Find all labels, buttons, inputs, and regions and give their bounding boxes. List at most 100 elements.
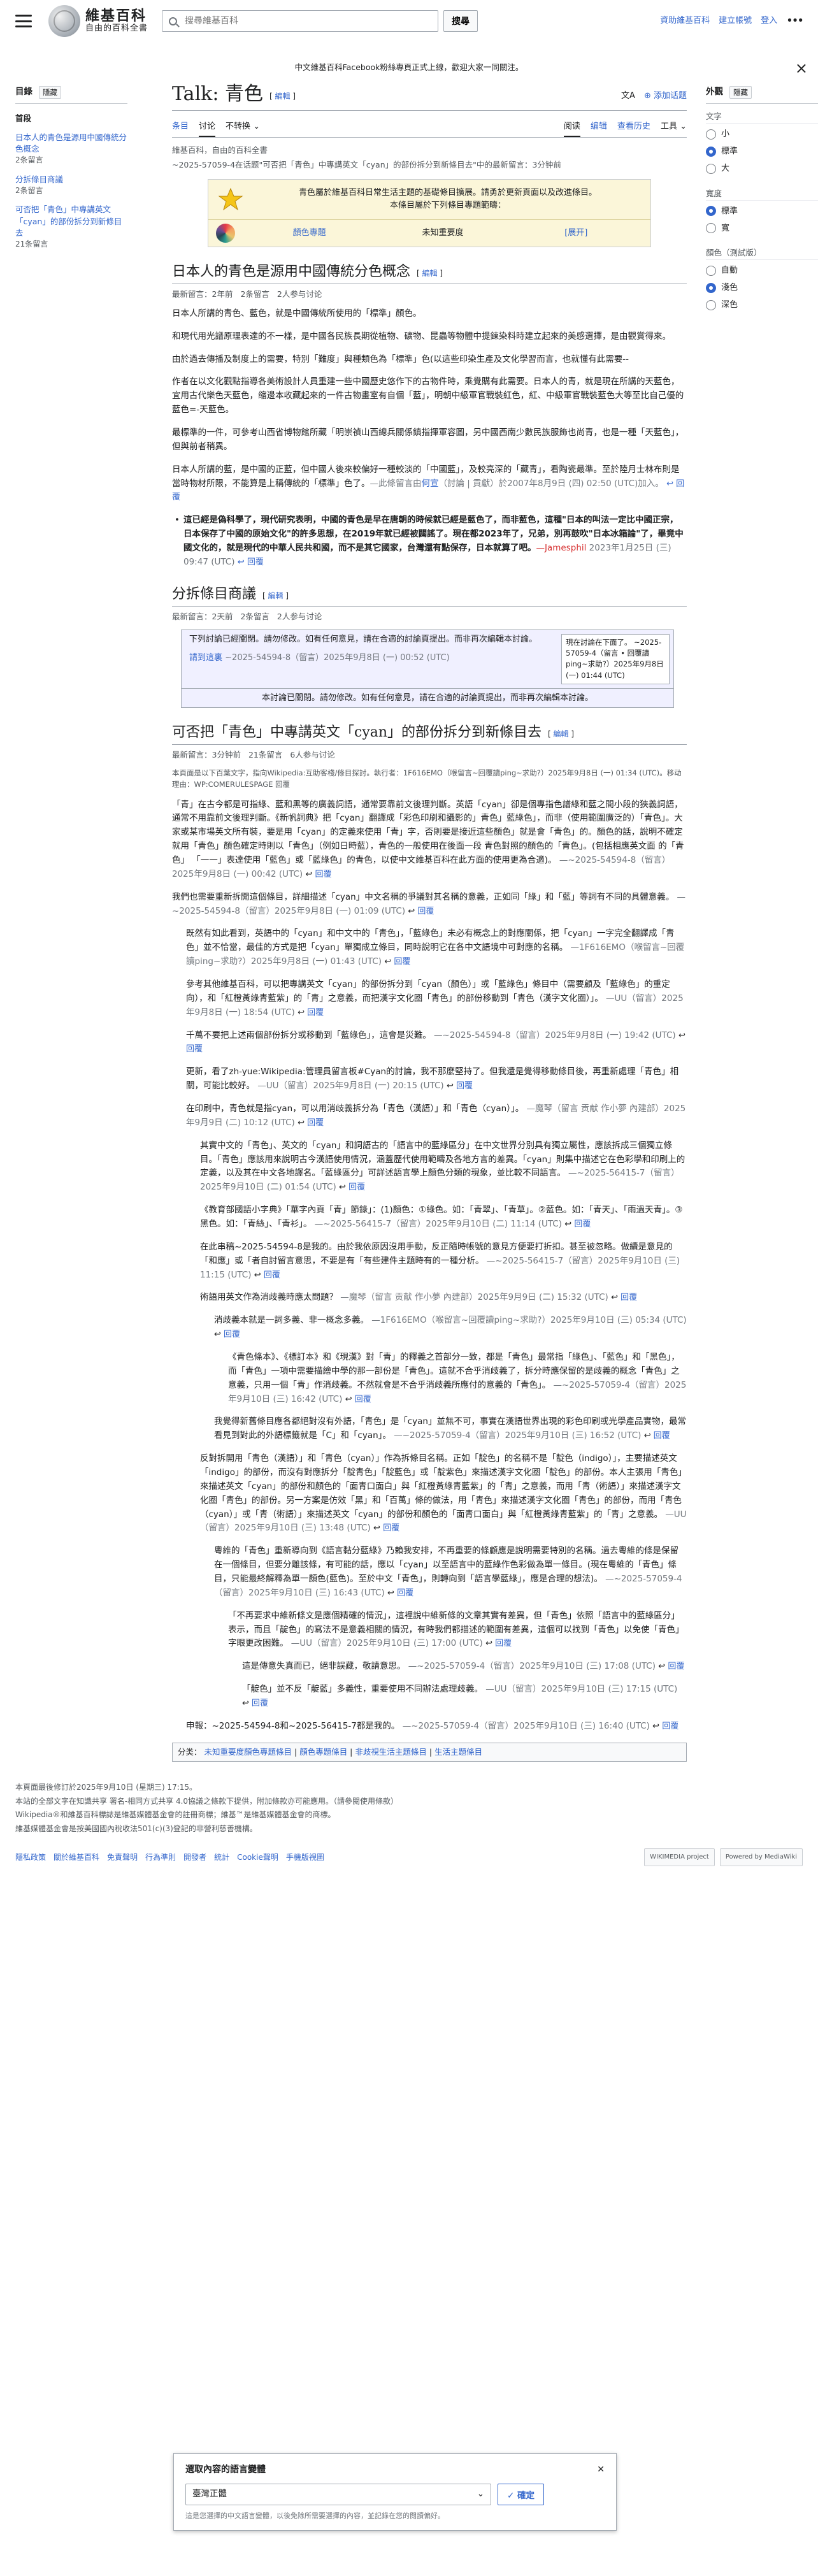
reply-label[interactable]: 回覆 (247, 558, 264, 567)
radio-text-standard[interactable]: 標準 (706, 145, 818, 158)
closed-link[interactable]: 請到這裏 (189, 653, 222, 663)
toc-item-label[interactable]: 分拆條目商議 (15, 175, 63, 184)
reply-link[interactable]: ↩ 回覆 (339, 1183, 365, 1192)
radio-text-large[interactable]: 大 (706, 162, 818, 175)
expand-link[interactable]: [展开] (510, 226, 643, 240)
reply-link[interactable]: ↩ 回覆 (305, 870, 331, 879)
appearance-hide-button[interactable]: 隱藏 (729, 85, 752, 99)
category-link[interactable]: 生活主題條目 (434, 1747, 482, 1757)
section-edit-link[interactable]: 編輯 (554, 730, 569, 738)
confirm-button[interactable]: ✓ 確定 (498, 2483, 545, 2505)
reply-label[interactable]: 回覆 (186, 1044, 203, 1054)
tab-tools[interactable]: 工具 ⌄ (661, 117, 687, 137)
reply-link[interactable]: ↩ 回覆 (652, 1722, 678, 1731)
reply-link[interactable]: ↩ 回覆 (564, 1220, 591, 1229)
wikiproject-link[interactable]: 顏色專題 (243, 226, 376, 240)
reply-link[interactable]: ↩ 回覆 (242, 1699, 268, 1708)
reply-link[interactable]: ↩ 回覆 (658, 1662, 684, 1671)
reply-link[interactable]: ↩ 回覆 (408, 907, 434, 916)
reply-label[interactable]: 回覆 (397, 1588, 413, 1598)
variant-select[interactable]: 臺灣正體 ⌄ (185, 2483, 491, 2505)
wikimedia-badge[interactable]: WIKIMEDIA project (644, 1848, 715, 1867)
footer-link[interactable]: 免責聲明 (107, 1851, 138, 1865)
footer-link[interactable]: 隱私政策 (15, 1851, 46, 1865)
reply-label[interactable]: 回覆 (456, 1081, 473, 1091)
reply-link[interactable]: ↩ 回覆 (644, 1431, 670, 1441)
radio-color-auto[interactable]: 自動 (706, 264, 818, 277)
reply-label[interactable]: 回覆 (662, 1722, 678, 1731)
footer-link[interactable]: 手機版視圖 (286, 1851, 324, 1865)
reply-link[interactable]: ↩ 回覆 (214, 1330, 240, 1339)
reply-label[interactable]: 回覆 (383, 1523, 399, 1533)
reply-link[interactable]: ↩ 回覆 (384, 957, 410, 967)
radio-width-standard[interactable]: 標準 (706, 205, 818, 218)
reply-label[interactable]: 回覆 (668, 1662, 684, 1671)
create-account-link[interactable]: 建立帳號 (719, 14, 752, 27)
site-logo[interactable]: 維基百科 自由的百科全書 (48, 5, 148, 37)
search-box[interactable] (162, 10, 439, 32)
title-edit-link[interactable]: 編輯 (275, 92, 290, 101)
footer-link[interactable]: Cookie聲明 (237, 1851, 278, 1865)
section-edit-link[interactable]: 編輯 (422, 269, 438, 278)
user-link[interactable]: 何宣 (422, 479, 439, 489)
radio-text-small[interactable]: 小 (706, 127, 818, 141)
signature-user[interactable]: —Jamesphil (536, 543, 587, 553)
footer-link[interactable]: 開發者 (183, 1851, 206, 1865)
section-edit-link[interactable]: 編輯 (268, 591, 283, 600)
login-link[interactable]: 登入 (761, 14, 777, 27)
reply-link[interactable]: ↩ 回覆 (373, 1523, 399, 1533)
footer-link[interactable]: 關於維基百科 (54, 1851, 99, 1865)
reply-label[interactable]: 回覆 (394, 957, 410, 967)
language-icon[interactable]: 文A (621, 89, 635, 103)
toc-item[interactable]: 分拆條目商議 2条留言 (15, 174, 127, 197)
mediawiki-badge[interactable]: Powered by MediaWiki (719, 1848, 803, 1867)
reply-link[interactable]: ↩ 回覆 (238, 558, 264, 567)
radio-width-wide[interactable]: 寬 (706, 222, 818, 235)
reply-label[interactable]: 回覆 (252, 1699, 268, 1708)
reply-label[interactable]: 回覆 (495, 1639, 512, 1648)
toc-item-label[interactable]: 首段 (15, 113, 127, 124)
reply-link[interactable]: ↩ 回覆 (254, 1270, 280, 1280)
menu-icon[interactable] (15, 15, 32, 27)
footer-link[interactable]: 統計 (214, 1851, 229, 1865)
reply-link[interactable]: ↩ 回覆 (298, 1118, 324, 1128)
reply-label[interactable]: 回覆 (224, 1330, 240, 1339)
reply-link[interactable]: ↩ 回覆 (298, 1008, 324, 1018)
footer-link[interactable]: 行為準則 (145, 1851, 176, 1865)
toc-item[interactable]: 日本人的青色是源用中國傳統分色概念 2条留言 (15, 132, 127, 166)
search-button[interactable]: 搜尋 (443, 10, 478, 32)
reply-label[interactable]: 回覆 (307, 1008, 324, 1018)
more-icon[interactable]: ••• (786, 11, 804, 30)
toc-item[interactable]: 可否把「青色」中專講英文「cyan」的部份拆分到新條目去 21条留言 (15, 204, 127, 250)
close-icon[interactable]: × (795, 56, 808, 81)
toc-item[interactable]: 首段 (15, 113, 127, 124)
reply-link[interactable]: ↩ 回覆 (485, 1639, 512, 1648)
close-icon[interactable]: ✕ (597, 2463, 605, 2477)
reply-label[interactable]: 回覆 (315, 870, 331, 879)
reply-link[interactable]: ↩ 回覆 (447, 1081, 473, 1091)
reply-label[interactable]: 回覆 (307, 1118, 324, 1128)
reply-label[interactable]: 回覆 (574, 1220, 591, 1229)
reply-link[interactable]: ↩ 回覆 (611, 1293, 637, 1302)
category-link[interactable]: 非歧視生活主題條目 (355, 1747, 427, 1757)
toc-hide-button[interactable]: 隱藏 (39, 85, 61, 99)
reply-label[interactable]: 回覆 (621, 1293, 637, 1302)
toc-item-label[interactable]: 日本人的青色是源用中國傳統分色概念 (15, 133, 127, 154)
search-input[interactable] (183, 15, 432, 27)
category-link[interactable]: 顏色專題條目 (299, 1747, 347, 1757)
category-link[interactable]: 未知重要度顏色專題條目 (204, 1747, 292, 1757)
reply-label[interactable]: 回覆 (355, 1395, 371, 1404)
radio-color-dark[interactable]: 深色 (706, 298, 818, 312)
tab-edit[interactable]: 编辑 (591, 117, 607, 137)
reply-label[interactable]: 回覆 (348, 1183, 365, 1192)
reply-label[interactable]: 回覆 (654, 1431, 670, 1441)
tab-read[interactable]: 阅读 (563, 117, 580, 138)
reply-link[interactable]: ↩ 回覆 (387, 1588, 413, 1598)
tab-article[interactable]: 条目 (172, 117, 189, 137)
donate-link[interactable]: 資助維基百科 (660, 14, 710, 27)
radio-color-light[interactable]: 淺色 (706, 281, 818, 294)
tab-talk[interactable]: 讨论 (199, 117, 216, 138)
add-topic-link[interactable]: ⊕ 添加话题 (644, 89, 687, 103)
tab-history[interactable]: 查看历史 (617, 117, 650, 137)
tab-variant[interactable]: 不转换 ⌄ (226, 117, 260, 137)
